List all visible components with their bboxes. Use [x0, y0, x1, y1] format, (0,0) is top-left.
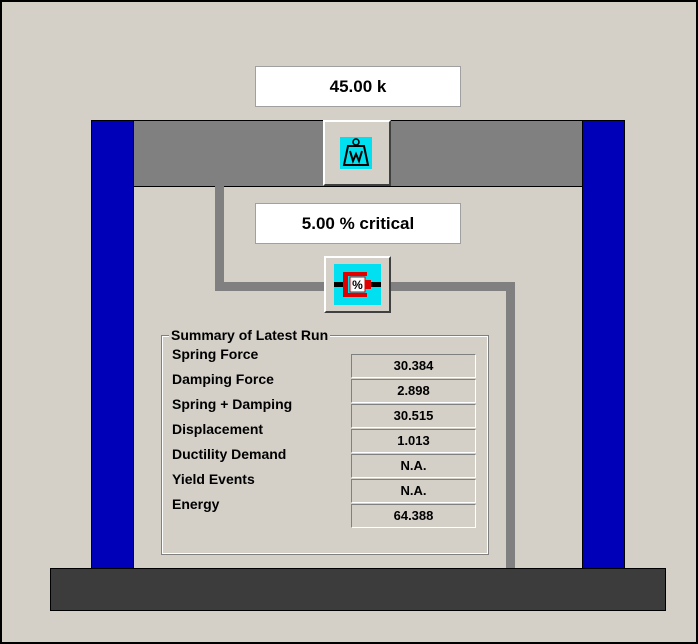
damper-pipe-horizontal-right	[388, 282, 515, 291]
summary-label-spring-damping: Spring + Damping	[172, 396, 293, 412]
summary-value-damping-force: 2.898	[351, 379, 476, 403]
summary-label-spring-force: Spring Force	[172, 346, 259, 362]
summary-title: Summary of Latest Run	[169, 326, 331, 344]
damper-pipe-horizontal-left	[215, 282, 327, 291]
weight-button[interactable]	[323, 120, 391, 186]
summary-label-energy: Energy	[172, 496, 220, 512]
summary-value-yield-events: N.A.	[351, 479, 476, 503]
left-column	[91, 120, 134, 572]
summary-value-ductility-demand: N.A.	[351, 454, 476, 478]
damping-value-field[interactable]: 5.00 % critical	[255, 203, 461, 244]
damper-button[interactable]: %	[324, 256, 391, 313]
weight-icon	[340, 137, 372, 169]
summary-value-spring-damping: 30.515	[351, 404, 476, 428]
frame-panel: 45.00 k 5.00 % critical % Summary of Lat…	[0, 0, 698, 644]
summary-value-spring-force: 30.384	[351, 354, 476, 378]
svg-text:%: %	[352, 278, 363, 292]
right-column	[582, 120, 625, 572]
summary-label-damping-force: Damping Force	[172, 371, 274, 387]
weight-value-field[interactable]: 45.00 k	[255, 66, 461, 107]
summary-label-ductility-demand: Ductility Demand	[172, 446, 287, 462]
summary-label-yield-events: Yield Events	[172, 471, 255, 487]
summary-value-energy: 64.388	[351, 504, 476, 528]
foundation-base	[50, 568, 666, 611]
summary-label-displacement: Displacement	[172, 421, 264, 437]
summary-value-displacement: 1.013	[351, 429, 476, 453]
damper-pipe-vertical-left	[215, 185, 224, 290]
damper-icon: %	[334, 264, 381, 305]
damper-pipe-vertical-right	[506, 282, 515, 572]
